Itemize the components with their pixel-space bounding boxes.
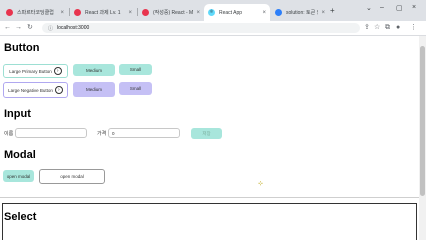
chevron-right-icon: › — [54, 86, 63, 94]
small-primary-button-label: Small — [129, 67, 142, 72]
medium-negative-button[interactable]: Medium — [73, 82, 115, 97]
price-label: 가격 — [97, 131, 107, 137]
browser-tab-5[interactable]: solution: 토큰 인증 + ... × — [271, 4, 329, 21]
section-title-select: Select — [4, 211, 37, 223]
mouse-cursor-icon: ⊹ — [258, 181, 264, 187]
new-tab-button[interactable]: + — [330, 6, 335, 15]
section-divider — [0, 197, 419, 198]
browser-tab-3[interactable]: (작성중) React - Modal × — [138, 4, 204, 21]
tab-search-icon[interactable]: ⌄ — [366, 4, 372, 12]
close-icon[interactable]: × — [321, 10, 325, 16]
open-small-modal-label: open modal — [6, 173, 31, 179]
tab-label: solution: 토큰 인증 + ... — [286, 10, 318, 16]
profile-icon[interactable]: ● — [396, 23, 400, 33]
medium-negative-button-label: Medium — [85, 87, 102, 92]
browser-tab-active[interactable]: ⚛ React App × — [204, 4, 270, 21]
open-large-modal-label: open modal — [60, 174, 84, 179]
small-negative-button[interactable]: Small — [119, 82, 152, 95]
favicon-icon — [74, 9, 81, 16]
browser-tab-bar: 스파르타코딩클럽 × React 과제 Lv. 1 × (작성중) React … — [0, 0, 426, 21]
page-content: Button Large Primary Button › Medium Sma… — [0, 36, 419, 240]
name-input[interactable] — [15, 128, 87, 138]
medium-primary-button[interactable]: Medium — [73, 64, 115, 76]
address-bar[interactable]: ⓘ localhost:3000 — [42, 23, 360, 33]
name-label: 이름 — [4, 131, 14, 137]
share-icon[interactable]: ⇪ — [364, 23, 370, 33]
scrollbar-thumb[interactable] — [420, 46, 425, 196]
menu-icon[interactable]: ⋮ — [410, 23, 417, 33]
large-primary-button-label: Large Primary Button — [9, 68, 52, 74]
section-title-button: Button — [4, 42, 40, 54]
browser-tab-2[interactable]: React 과제 Lv. 1 × — [70, 4, 136, 21]
price-input[interactable]: 0 — [108, 128, 180, 138]
select-section-box — [2, 203, 417, 240]
tab-label: 스파르타코딩클럽 — [17, 10, 54, 16]
react-logo-icon: ⚛ — [208, 9, 215, 16]
small-negative-button-label: Small — [129, 86, 142, 91]
save-button[interactable]: 저장 — [191, 128, 222, 139]
maximize-icon[interactable]: ▢ — [396, 4, 403, 12]
section-title-modal: Modal — [4, 149, 36, 161]
back-icon[interactable]: ← — [4, 23, 11, 33]
browser-tab-1[interactable]: 스파르타코딩클럽 × — [2, 4, 68, 21]
window-close-icon[interactable]: × — [412, 4, 416, 11]
open-large-modal-button[interactable]: open modal — [39, 169, 105, 184]
section-title-input: Input — [4, 108, 31, 120]
tab-label: React App — [219, 9, 243, 16]
open-small-modal-button[interactable]: open modal — [3, 170, 34, 182]
reload-icon[interactable]: ↻ — [27, 23, 33, 33]
medium-primary-button-label: Medium — [85, 67, 102, 73]
save-button-label: 저장 — [202, 130, 211, 136]
large-primary-button[interactable]: Large Primary Button › — [3, 64, 68, 78]
forward-icon[interactable]: → — [15, 23, 22, 33]
favicon-icon — [142, 9, 149, 16]
page-scrollbar[interactable] — [419, 36, 426, 240]
extensions-icon[interactable]: ⧉ — [385, 23, 390, 33]
bookmark-star-icon[interactable]: ☆ — [374, 23, 380, 33]
browser-toolbar: ← → ↻ ⓘ localhost:3000 ⇪ ☆ ⧉ ● ⋮ — [0, 21, 426, 36]
chevron-right-icon: › — [53, 67, 62, 75]
small-primary-button[interactable]: Small — [119, 64, 152, 75]
url-text: localhost:3000 — [57, 25, 90, 31]
favicon-icon — [6, 9, 13, 16]
close-icon[interactable]: × — [128, 10, 132, 16]
tab-label: (작성중) React - Modal — [153, 10, 194, 16]
tab-label: React 과제 Lv. 1 — [85, 10, 121, 16]
large-negative-button[interactable]: Large Negative Button › — [3, 82, 68, 98]
minimize-icon[interactable]: – — [380, 4, 384, 11]
close-icon[interactable]: × — [196, 10, 200, 16]
favicon-icon — [275, 9, 282, 16]
close-icon[interactable]: × — [262, 10, 266, 16]
close-icon[interactable]: × — [60, 10, 64, 16]
info-icon[interactable]: ⓘ — [48, 25, 53, 32]
large-negative-button-label: Large Negative Button — [8, 87, 53, 93]
